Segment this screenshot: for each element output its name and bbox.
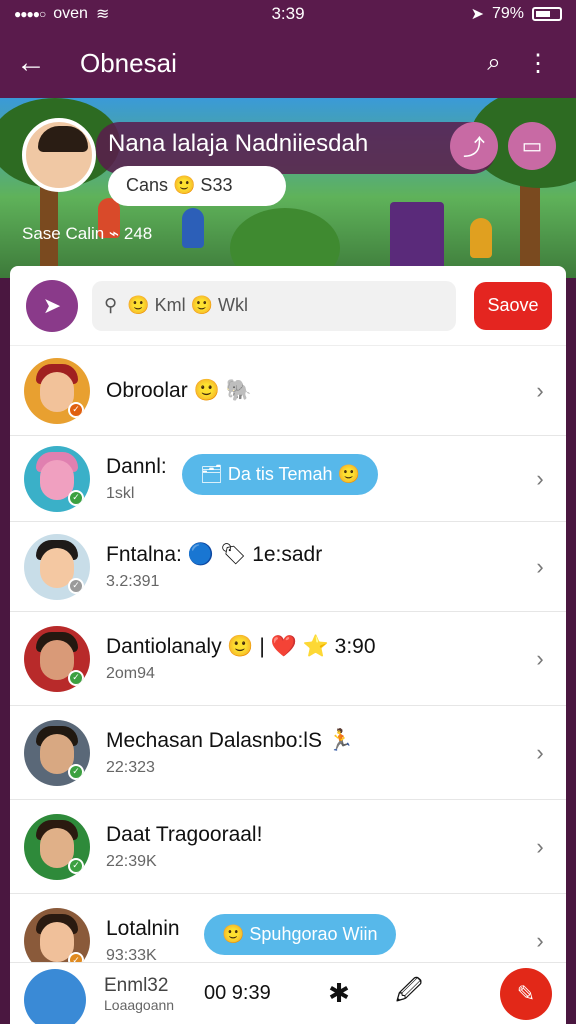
signal-icon: ●●●●○ [14,7,46,21]
chevron-right-icon: › [536,377,544,403]
search-row: ➤ ⚲ 🙂 Kml 🙂 Wkl Saove [10,266,566,346]
asterisk-icon[interactable]: ✱ [304,978,374,1009]
app-bar: ← Obnesai ⌕ ⋮ [0,28,576,98]
contact-time: 22:323 [106,758,155,776]
list-item[interactable]: ✓ Dannl: 1skl 🗂 Da tis Temah 🙂 › [10,436,566,522]
more-vert-icon[interactable]: ⋮ [516,49,560,78]
page-title: Obnesai [80,47,177,78]
share-icon[interactable]: ⤴ [450,122,498,170]
list-item[interactable]: ✓ Obroolar 🙂 🐘 › [10,346,566,436]
search-icon: ⚲ [104,295,118,315]
avatar: ✓ [24,357,90,424]
profile-name: Nana lalaja Nadniiesdah [108,130,369,157]
list-item[interactable]: ✓ Dantiolanaly 🙂 | ❤️ ⭐ 3:90 2om94 › [10,612,566,706]
contact-name: Obroolar 🙂 🐘 [106,378,252,402]
profile-subtitle: Sase Calin ⌁ 248 [22,224,153,243]
chat-list: ✓ Obroolar 🙂 🐘 › ✓ Dannl: 1skl 🗂 Da tis … [10,346,566,988]
profile-status-bubble[interactable]: Cans 🙂 S33 [108,166,286,206]
avatar[interactable] [24,968,86,1024]
avatar: ✓ [24,719,90,786]
message-bubble[interactable]: 🗂 Da tis Temah 🙂 [182,454,378,495]
profile-banner: Nana lalaja Nadniiesdah Cans 🙂 S33 ⤴ ▭ S… [0,98,576,278]
bottom-time: 00 9:39 [204,982,271,1004]
chat-icon[interactable]: ▭ [508,122,556,170]
wifi-icon: ≋ [95,6,110,23]
back-arrow-icon[interactable]: ← [16,46,56,80]
contact-name: Mechasan Dalasnbo:lS 🏃 [106,728,354,752]
location-icon: ➤ [470,6,484,23]
status-time: 3:39 [271,4,305,23]
chat-list-card: ➤ ⚲ 🙂 Kml 🙂 Wkl Saove ✓ Obroolar 🙂 🐘 › ✓… [10,266,566,1024]
chevron-right-icon: › [536,739,544,765]
chevron-right-icon: › [536,645,544,671]
profile-avatar[interactable] [22,118,96,192]
chevron-right-icon: › [536,928,544,953]
bottom-bar: Enml32 Loaagoann 00 9:39 ✱ 🖉 ✎ [10,962,566,1024]
edit-icon[interactable]: 🖉 [374,972,444,1016]
search-placeholder: 🙂 Kml 🙂 Wkl [127,295,249,315]
chevron-right-icon: › [536,465,544,491]
search-icon[interactable]: ⌕ [472,49,516,77]
chevron-right-icon: › [536,833,544,859]
battery-percent: 79% [491,5,524,22]
contact-name: Dantiolanaly 🙂 | ❤️ ⭐ 3:90 [106,634,376,658]
battery-icon [532,7,562,21]
avatar: ✓ [24,445,90,512]
contact-time: 22:39K [106,852,157,870]
contact-time: 3.2:391 [106,572,160,590]
list-item[interactable]: ✓ Fntalna: 🔵 🏷 1e:sadr 3.2:391 › [10,522,566,612]
contact-time: 2om94 [106,664,155,682]
avatar: ✓ [24,533,90,600]
bottom-contact-name: Enml32 [104,974,169,996]
avatar: ✓ [24,813,90,880]
compose-icon[interactable]: ✎ [500,967,552,1020]
avatar: ✓ [24,625,90,692]
search-input[interactable]: ⚲ 🙂 Kml 🙂 Wkl [92,280,456,331]
contact-name: Fntalna: 🔵 🏷 1e:sadr [106,542,323,566]
bottom-contact-sub: Loaagoann [104,996,175,1013]
save-button[interactable]: Saove [474,281,552,330]
list-item[interactable]: ✓ Daat Tragooraal! 22:39K › [10,800,566,894]
list-item[interactable]: ✓ Mechasan Dalasnbo:lS 🏃 22:323 › [10,706,566,800]
carrier-label: oven [53,5,88,22]
navigate-icon[interactable]: ➤ [26,279,78,332]
message-bubble[interactable]: 🙂 Spuhgorao Wiin [204,914,396,955]
contact-name: Daat Tragooraal! [106,822,263,846]
status-bar: ●●●●○ oven ≋ 3:39 ➤ 79% [0,0,576,28]
chevron-right-icon: › [536,553,544,579]
